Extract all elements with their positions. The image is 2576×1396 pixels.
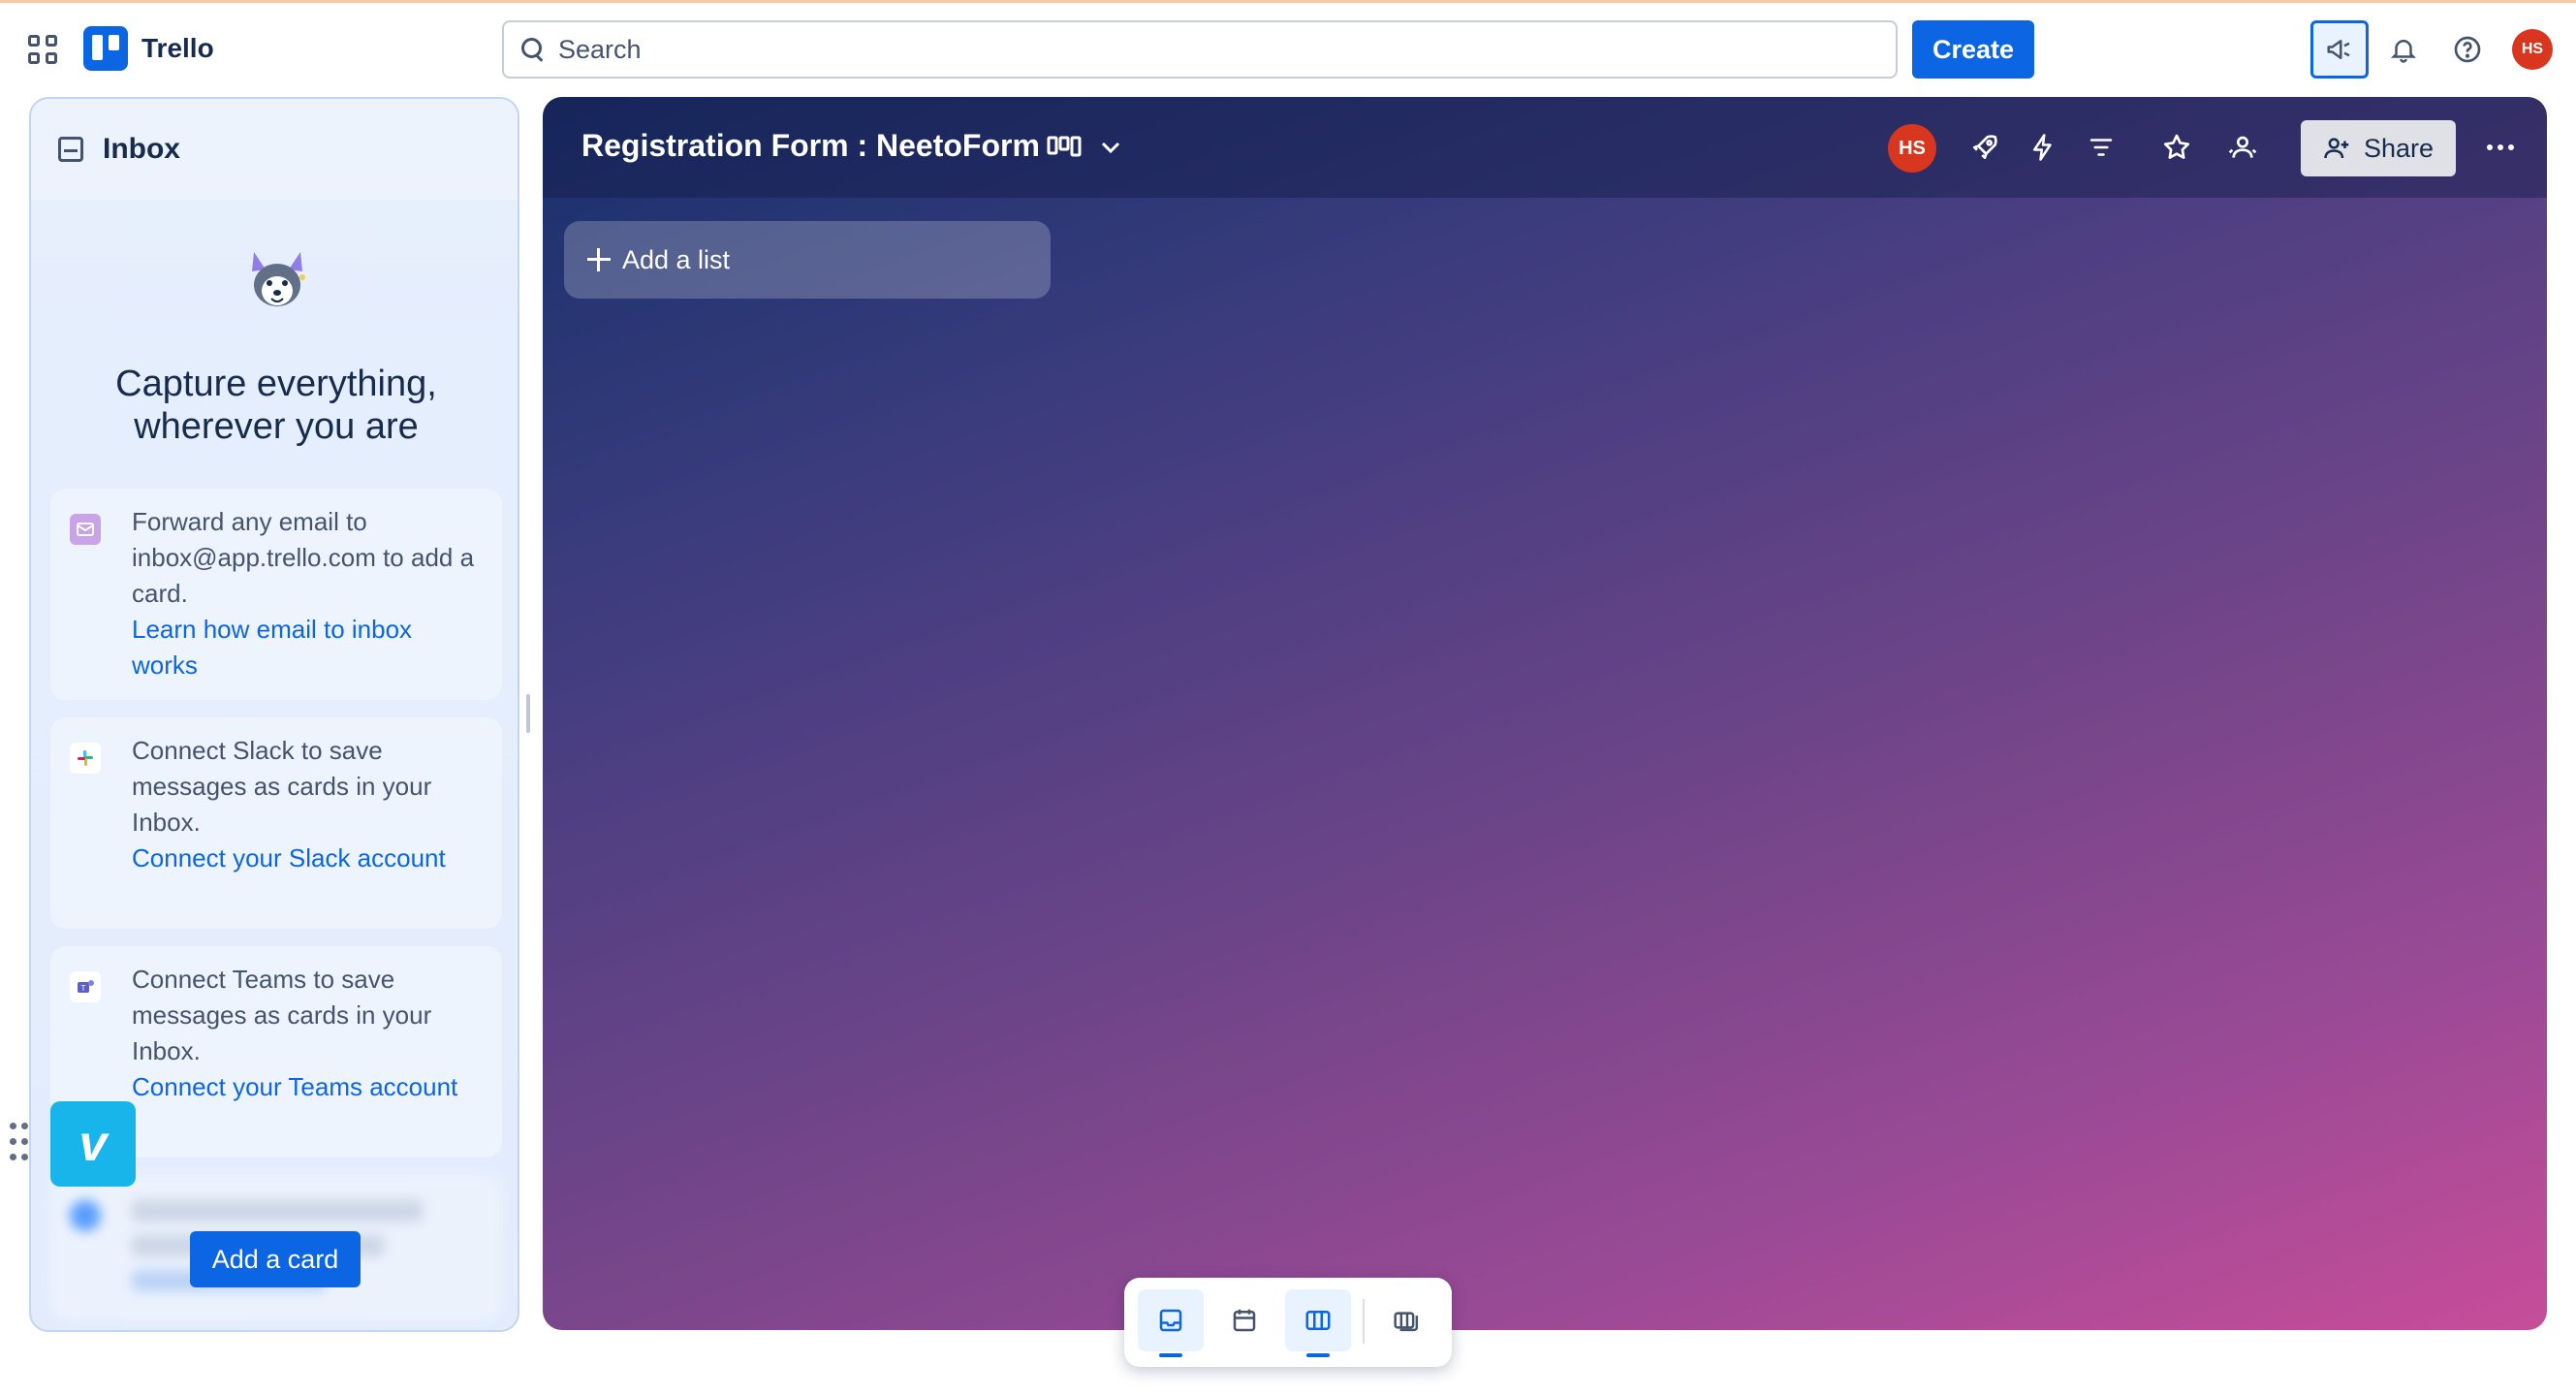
panel-resize-handle[interactable] (526, 694, 530, 733)
board-title[interactable]: Registration Form : NeetoForm (581, 128, 1040, 164)
husky-mascot-icon (252, 252, 305, 306)
trello-page: Trello Create HS Inbox (0, 0, 2576, 1396)
rocket-icon[interactable] (1965, 128, 2004, 167)
card-text: Forward any email to inbox@app.trello.co… (132, 507, 475, 608)
svg-text:T: T (81, 984, 86, 993)
card-text: Connect Slack to save messages as cards … (132, 736, 432, 837)
search-box[interactable] (502, 20, 1898, 79)
create-button[interactable]: Create (1912, 20, 2034, 79)
vimeo-icon[interactable]: v (50, 1101, 136, 1187)
inbox-headline: Capture everything, wherever you are (115, 364, 437, 447)
board-view-icon (1047, 136, 1082, 157)
view-switcher-bar (1124, 1278, 1452, 1367)
teams-icon: T (70, 971, 101, 1002)
slack-icon (70, 743, 101, 774)
share-label: Share (2363, 133, 2435, 163)
chevron-down-icon (1101, 142, 1120, 154)
blurred-card-icon (70, 1200, 101, 1231)
connect-slack-link[interactable]: Connect your Slack account (132, 841, 483, 876)
board-member-avatar[interactable]: HS (1888, 124, 1936, 173)
add-list-button[interactable]: Add a list (564, 221, 1051, 299)
megaphone-icon[interactable] (2310, 20, 2369, 79)
inbox-icon (58, 137, 83, 162)
search-icon (521, 38, 545, 61)
board-canvas: Registration Form : NeetoForm HS Share A… (543, 97, 2547, 1330)
email-to-inbox-card: Forward any email to inbox@app.trello.co… (50, 489, 502, 700)
filter-icon[interactable] (2082, 128, 2120, 167)
search-input[interactable] (558, 34, 1896, 65)
star-icon[interactable] (2157, 128, 2196, 167)
inbox-view-icon[interactable] (1138, 1289, 1204, 1357)
connect-teams-link[interactable]: Connect your Teams account (132, 1069, 483, 1105)
add-list-label: Add a list (622, 244, 731, 274)
more-icon[interactable] (2477, 128, 2524, 167)
inbox-title: Inbox (103, 133, 180, 165)
drag-handle-icon[interactable] (10, 1123, 33, 1165)
learn-email-link[interactable]: Learn how email to inbox works (132, 612, 483, 683)
switcher-divider (1363, 1299, 1365, 1344)
board-view-icon[interactable] (1285, 1289, 1351, 1357)
switch-boards-icon[interactable] (1374, 1289, 1440, 1351)
app-name: Trello (141, 33, 214, 63)
trello-logo[interactable]: Trello (83, 26, 214, 71)
apps-grid-icon[interactable] (25, 32, 60, 67)
share-button[interactable]: Share (2301, 120, 2456, 176)
team-icon[interactable] (2223, 128, 2262, 167)
calendar-icon[interactable] (1211, 1289, 1277, 1351)
user-avatar[interactable]: HS (2512, 29, 2553, 70)
top-navigation-bar: Trello Create HS (0, 0, 2576, 93)
slack-card: Connect Slack to save messages as cards … (50, 717, 502, 929)
bell-icon[interactable] (2374, 20, 2433, 79)
email-icon (70, 514, 101, 545)
board-header: Registration Form : NeetoForm HS Share (543, 97, 2547, 198)
board-view-switcher[interactable] (1043, 130, 1130, 165)
plus-icon (587, 248, 611, 271)
add-person-icon (2324, 138, 2349, 159)
trello-logo-icon (83, 26, 128, 71)
lightning-icon[interactable] (2024, 128, 2062, 167)
add-card-button[interactable]: Add a card (190, 1231, 361, 1287)
help-icon[interactable] (2438, 20, 2497, 79)
inbox-header: Inbox (31, 99, 518, 200)
card-text: Connect Teams to save messages as cards … (132, 965, 432, 1065)
